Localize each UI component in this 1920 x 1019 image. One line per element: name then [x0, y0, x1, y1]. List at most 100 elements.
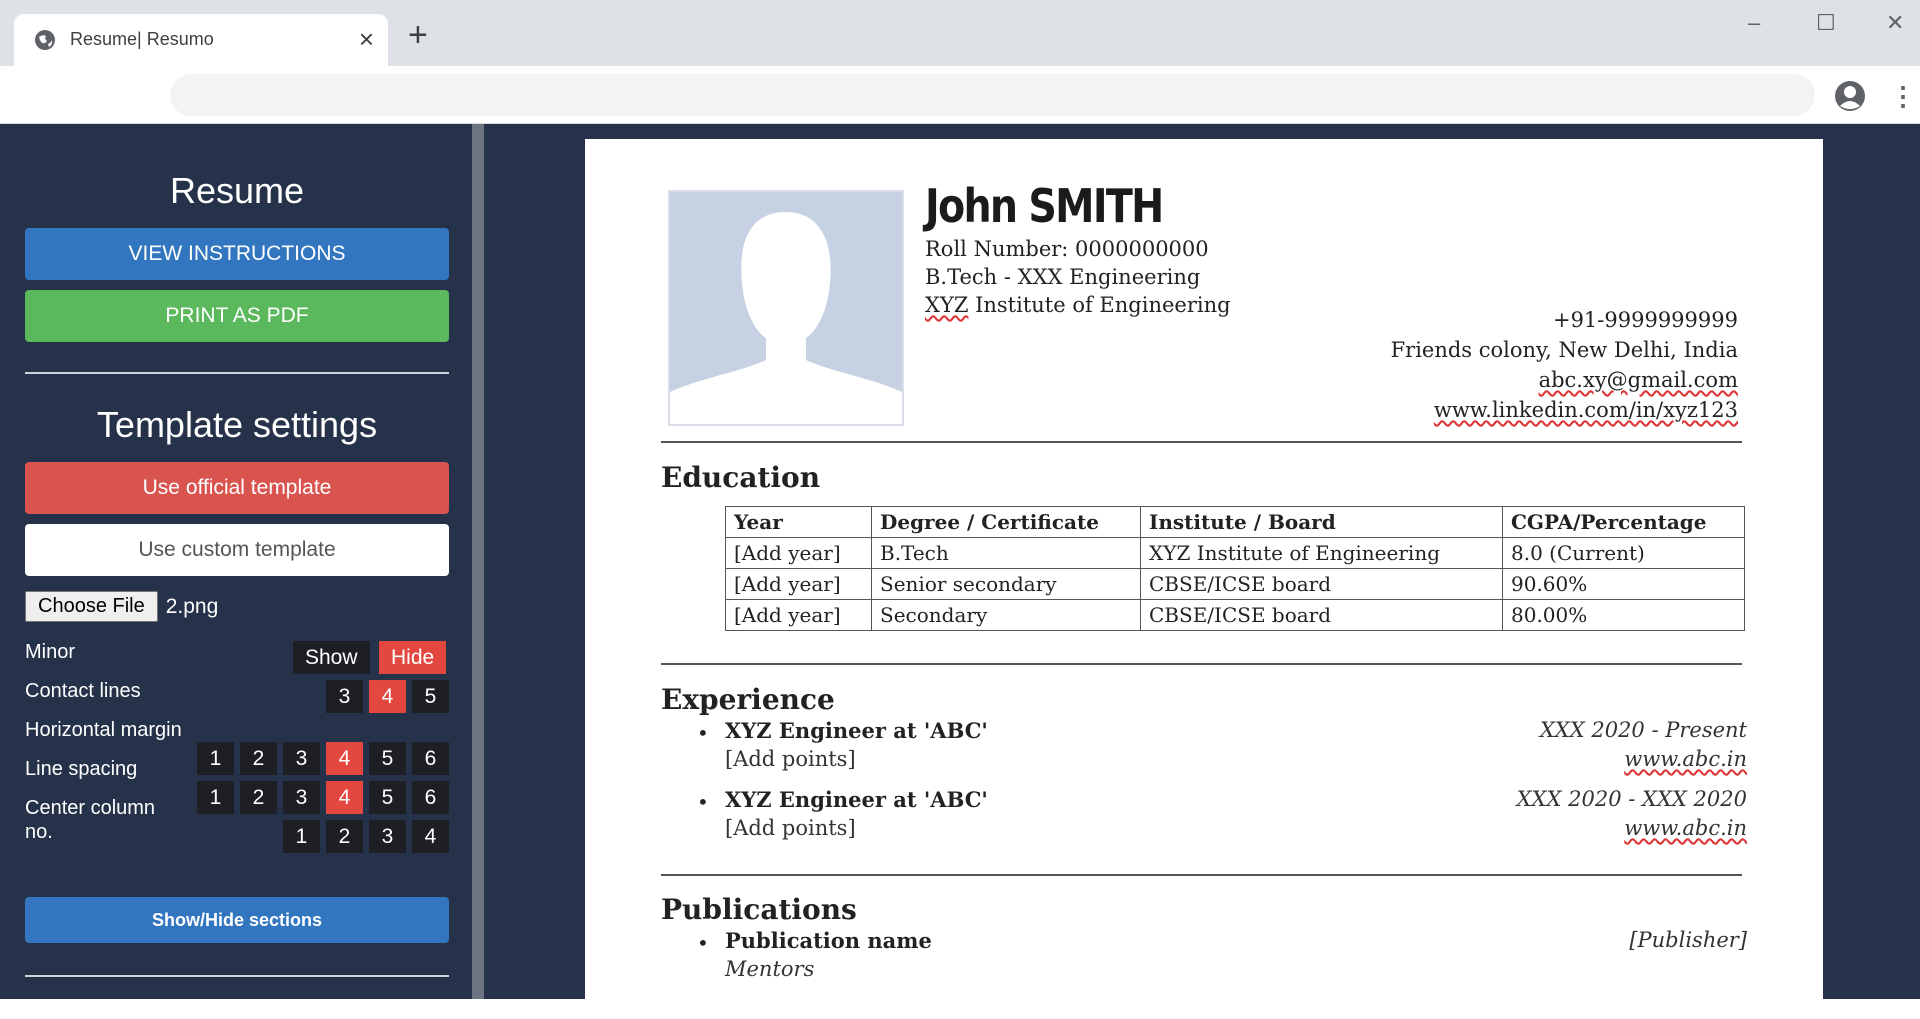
- spacing-option-6[interactable]: 6: [412, 742, 449, 775]
- education-table: Year Degree / Certificate Institute / Bo…: [725, 506, 1745, 631]
- column-no-option-3[interactable]: 3: [369, 820, 406, 853]
- bullet-icon: •: [697, 790, 709, 814]
- experience-item-link[interactable]: www.abc.in: [1624, 747, 1747, 771]
- column-no-option-4[interactable]: 4: [412, 820, 449, 853]
- degree-line: B.Tech - XXX Engineering: [925, 265, 1201, 289]
- table-cell: XYZ Institute of Engineering: [1140, 537, 1503, 569]
- experience-item-title: XYZ Engineer at 'ABC': [725, 787, 988, 812]
- publication-publisher: [Publisher]: [1629, 928, 1747, 952]
- center-option-4[interactable]: 4: [326, 781, 363, 814]
- minor-label: Minor: [25, 641, 76, 663]
- sidebar-divider-bottom: [25, 975, 449, 977]
- print-pdf-button[interactable]: PRINT AS PDF: [25, 290, 449, 342]
- app-page: Resume VIEW INSTRUCTIONS PRINT AS PDF Te…: [0, 124, 1920, 1019]
- maximize-icon[interactable]: ☐: [1816, 10, 1836, 36]
- spacing-option-2[interactable]: 2: [240, 742, 277, 775]
- line-spacing-label: Line spacing: [25, 758, 138, 780]
- column-no-option-2[interactable]: 2: [326, 820, 363, 853]
- new-tab-button[interactable]: +: [408, 18, 428, 52]
- spacing-option-5[interactable]: 5: [369, 742, 406, 775]
- institute-line: XYZ Institute of Engineering: [925, 291, 1231, 319]
- tab-title: Resume| Resumo: [70, 29, 214, 49]
- close-window-icon[interactable]: ✕: [1886, 10, 1904, 36]
- contact-address: Friends colony, New Delhi, India: [1390, 338, 1738, 362]
- minor-hide-button[interactable]: Hide: [379, 641, 447, 674]
- column-no-option-1[interactable]: 1: [283, 820, 320, 853]
- center-column-label: Center column: [25, 797, 156, 819]
- table-cell: CBSE/ICSE board: [1140, 599, 1503, 631]
- table-header: Degree / Certificate: [871, 506, 1141, 538]
- contact-phone: +91-9999999999: [1552, 308, 1738, 332]
- roll-number: Roll Number: 0000000000: [925, 237, 1209, 261]
- minor-show-button[interactable]: Show: [293, 641, 370, 674]
- table-cell: 8.0 (Current): [1502, 537, 1745, 569]
- menu-dots-icon[interactable]: ⋮: [1890, 78, 1916, 114]
- center-option-1[interactable]: 1: [197, 781, 234, 814]
- table-cell: [Add year]: [725, 537, 872, 569]
- person-silhouette-icon: [670, 192, 902, 424]
- contact-lines-4[interactable]: 4: [369, 680, 406, 713]
- browser-tab[interactable]: Resume| Resumo ×: [14, 14, 388, 66]
- official-template-button[interactable]: Use official template: [25, 462, 449, 514]
- sidebar: Resume VIEW INSTRUCTIONS PRINT AS PDF Te…: [0, 124, 472, 999]
- bullet-icon: •: [697, 721, 709, 745]
- view-instructions-button[interactable]: VIEW INSTRUCTIONS: [25, 228, 449, 280]
- experience-item-link[interactable]: www.abc.in: [1624, 816, 1747, 840]
- custom-template-button[interactable]: Use custom template: [25, 524, 449, 576]
- table-header: CGPA/Percentage: [1502, 506, 1745, 538]
- experience-item-points: [Add points]: [725, 747, 856, 771]
- contact-email[interactable]: abc.xy@gmail.com: [1539, 366, 1738, 394]
- section-rule: [661, 441, 1742, 443]
- table-cell: CBSE/ICSE board: [1140, 568, 1503, 600]
- table-cell: 90.60%: [1502, 568, 1745, 600]
- publication-mentors: Mentors: [725, 957, 815, 981]
- profile-icon[interactable]: [1834, 80, 1866, 112]
- globe-icon: [35, 30, 55, 50]
- minimize-icon[interactable]: –: [1748, 10, 1760, 36]
- experience-item-title: XYZ Engineer at 'ABC': [725, 718, 988, 743]
- close-tab-icon[interactable]: ×: [359, 24, 374, 54]
- table-cell: Secondary: [871, 599, 1141, 631]
- spacing-option-1[interactable]: 1: [197, 742, 234, 775]
- institute-xyz: XYZ: [925, 293, 969, 317]
- institute-rest: Institute of Engineering: [968, 293, 1231, 317]
- contact-lines-label: Contact lines: [25, 680, 141, 702]
- table-cell: [Add year]: [725, 599, 872, 631]
- horizontal-margin-label: Horizontal margin: [25, 719, 182, 741]
- education-title: Education: [661, 461, 821, 494]
- file-name: 2.png: [165, 594, 219, 618]
- center-option-3[interactable]: 3: [283, 781, 320, 814]
- publication-title: Publication name: [725, 928, 932, 953]
- bullet-icon: •: [697, 931, 709, 955]
- table-cell: 80.00%: [1502, 599, 1745, 631]
- experience-item-date: XXX 2020 - XXX 2020: [1516, 787, 1747, 811]
- contact-linkedin[interactable]: www.linkedin.com/in/xyz123: [1434, 396, 1738, 424]
- sidebar-divider: [25, 372, 449, 374]
- center-option-6[interactable]: 6: [412, 781, 449, 814]
- table-row: [Add year] B.Tech XYZ Institute of Engin…: [725, 537, 1745, 569]
- section-rule: [661, 874, 1742, 876]
- center-option-2[interactable]: 2: [240, 781, 277, 814]
- table-header: Institute / Board: [1140, 506, 1503, 538]
- experience-title: Experience: [661, 683, 835, 716]
- show-hide-sections-button[interactable]: Show/Hide sections: [25, 897, 449, 943]
- spacing-option-4[interactable]: 4: [326, 742, 363, 775]
- column-no-label: no.: [25, 821, 53, 843]
- table-cell: Senior secondary: [871, 568, 1141, 600]
- address-bar[interactable]: [170, 74, 1815, 116]
- table-cell: B.Tech: [871, 537, 1141, 569]
- panel-resize-handle[interactable]: [472, 124, 484, 999]
- contact-lines-5[interactable]: 5: [412, 680, 449, 713]
- spacing-option-3[interactable]: 3: [283, 742, 320, 775]
- contact-lines-3[interactable]: 3: [326, 680, 363, 713]
- file-input: Choose File 2.png: [25, 591, 218, 622]
- template-settings-title: Template settings: [96, 404, 378, 445]
- tab-strip: Resume| Resumo × + – ☐ ✕: [0, 0, 1920, 66]
- experience-item-points: [Add points]: [725, 816, 856, 840]
- publications-title: Publications: [661, 893, 857, 926]
- table-row: [Add year] Secondary CBSE/ICSE board 80.…: [725, 599, 1745, 631]
- center-option-5[interactable]: 5: [369, 781, 406, 814]
- experience-item-date: XXX 2020 - Present: [1539, 718, 1747, 742]
- choose-file-button[interactable]: Choose File: [25, 591, 158, 622]
- profile-photo-placeholder: [668, 190, 904, 426]
